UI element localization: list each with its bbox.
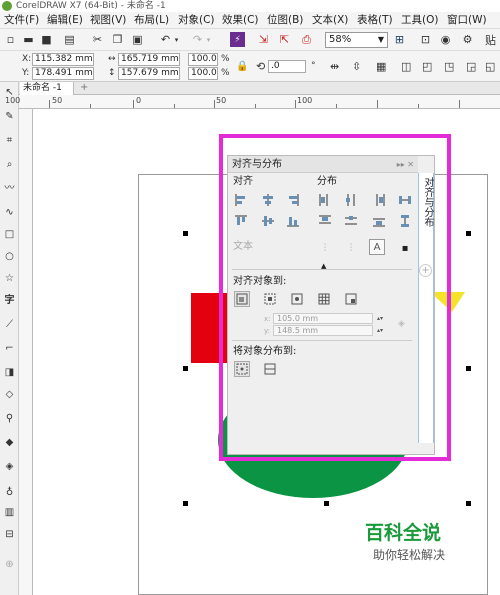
- selection-handle-bottom-right[interactable]: [466, 501, 471, 506]
- docker-side-tab-label: 对齐与分布: [422, 177, 433, 227]
- red-rectangle[interactable]: [191, 293, 231, 363]
- y-spinner-icon[interactable]: ▴▾: [374, 325, 386, 336]
- text-label: 文本: [233, 241, 253, 252]
- distribute-spacing-horizontal-icon[interactable]: [397, 192, 413, 208]
- distribute-bottom-icon[interactable]: [371, 213, 387, 229]
- selection-handle-top-right[interactable]: [466, 231, 471, 236]
- selection-handle-middle-left[interactable]: [183, 366, 188, 371]
- watermark-title: 百科全说: [365, 522, 442, 544]
- divider: [232, 340, 412, 341]
- selection-handle-bottom-middle[interactable]: [324, 501, 329, 506]
- align-to-heading: 对齐对象到:: [233, 276, 287, 287]
- docker-expand-icon[interactable]: ▸▸: [397, 160, 405, 169]
- align-bottom-icon[interactable]: [285, 213, 301, 229]
- distribute-to-selection-icon[interactable]: [234, 361, 250, 377]
- align-heading: 对齐: [233, 176, 253, 187]
- distribute-center-icon[interactable]: [343, 192, 359, 208]
- docker-controls: ▸▸ ✕: [397, 156, 414, 173]
- align-center-horizontal-icon[interactable]: [260, 192, 276, 208]
- selection-handle-bottom-left[interactable]: [183, 501, 188, 506]
- text-bounding-box-icon[interactable]: A: [369, 239, 385, 255]
- distribute-to-page-extent-icon[interactable]: [262, 361, 278, 377]
- distribute-left-icon[interactable]: [317, 192, 333, 208]
- align-center-vertical-icon[interactable]: [260, 213, 276, 229]
- docker-header: 对齐与分布: [228, 156, 418, 173]
- x-spinner-icon[interactable]: ▴▾: [374, 313, 386, 324]
- collapse-arrow-icon[interactable]: ▲: [321, 260, 326, 272]
- docker-title: 对齐与分布: [232, 159, 282, 170]
- yellow-star[interactable]: [430, 292, 465, 312]
- x-coordinate-label: x:: [264, 315, 271, 323]
- y-coordinate-label: y:: [264, 327, 270, 335]
- selection-handle-middle-right[interactable]: [466, 366, 471, 371]
- y-coordinate-field[interactable]: 148.5 mm: [273, 325, 373, 336]
- docker-close-icon[interactable]: ✕: [407, 160, 414, 169]
- add-docker-icon[interactable]: +: [419, 264, 432, 277]
- align-top-icon[interactable]: [233, 213, 249, 229]
- align-distribute-docker: 对齐与分布 ▸▸ ✕ 对齐 分布 文本 ⫶ ⫶ A ▪ ▲ 对齐对象到: x: …: [227, 155, 435, 455]
- distribute-top-icon[interactable]: [317, 213, 333, 229]
- watermark-subtitle: 助你轻松解决: [373, 548, 446, 562]
- text-last-line-baseline-icon[interactable]: ⫶: [343, 240, 359, 256]
- align-left-icon[interactable]: [233, 192, 249, 208]
- distribute-heading: 分布: [317, 176, 337, 187]
- docker-side-tab[interactable]: 对齐与分布: [418, 173, 434, 443]
- outline-icon[interactable]: ▪: [397, 240, 413, 256]
- align-to-page-edge-icon[interactable]: [262, 291, 278, 307]
- distribute-to-heading: 将对象分布到:: [233, 346, 297, 357]
- divider: [232, 269, 412, 270]
- align-to-active-objects-icon[interactable]: [234, 291, 250, 307]
- distribute-right-icon[interactable]: [371, 192, 387, 208]
- align-right-icon[interactable]: [285, 192, 301, 208]
- align-to-grid-icon[interactable]: [316, 291, 332, 307]
- distribute-middle-icon[interactable]: [343, 213, 359, 229]
- text-first-line-baseline-icon[interactable]: ⫶: [317, 240, 333, 256]
- x-coordinate-field[interactable]: 105.0 mm: [273, 313, 373, 324]
- distribute-spacing-vertical-icon[interactable]: [397, 213, 413, 229]
- align-to-specified-point-icon[interactable]: [343, 291, 359, 307]
- align-to-page-center-icon[interactable]: [289, 291, 305, 307]
- point-target-icon[interactable]: ◈: [398, 318, 405, 330]
- selection-handle-top-left[interactable]: [183, 231, 188, 236]
